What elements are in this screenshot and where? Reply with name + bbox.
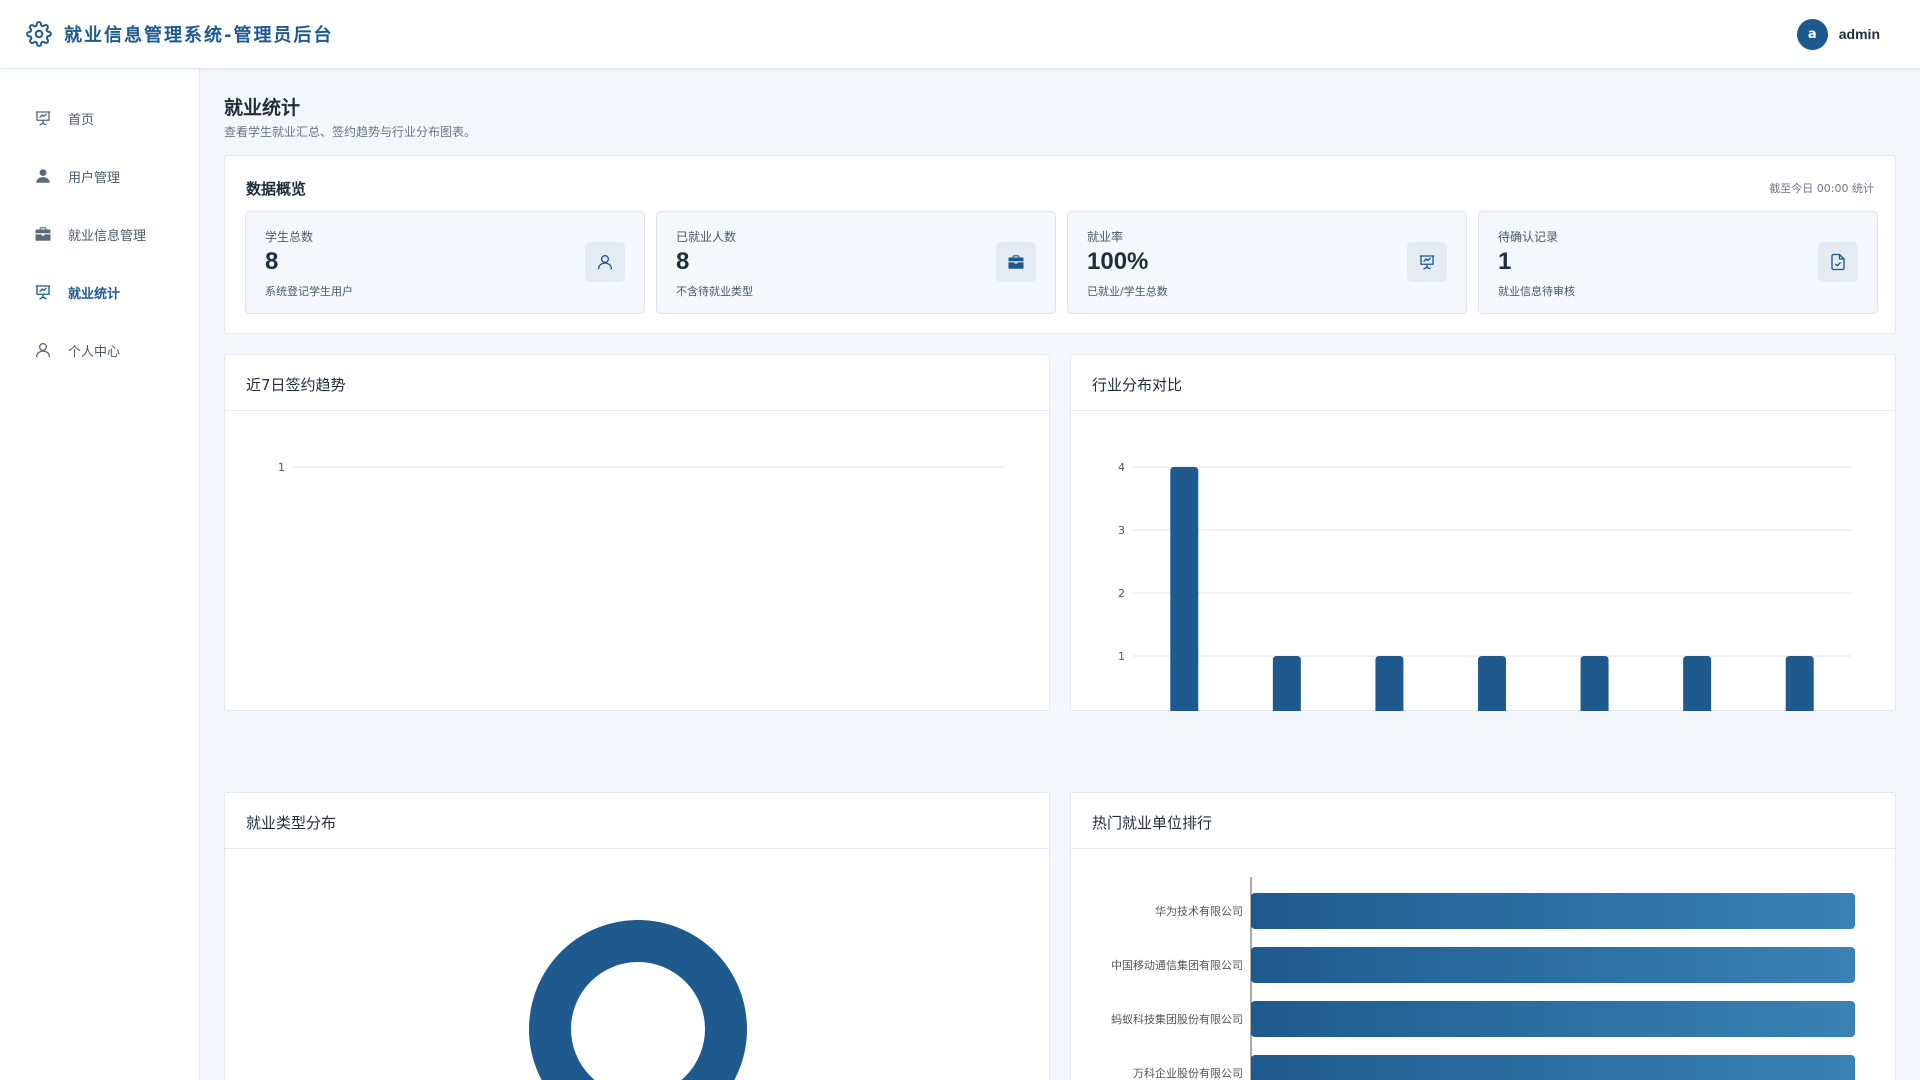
bar (1251, 893, 1855, 929)
gear-icon (26, 21, 52, 47)
stat-label: 学生总数 (265, 230, 314, 244)
bar (1478, 656, 1506, 711)
y-tick-label: 2 (1118, 587, 1125, 600)
stat-desc: 就业信息待审核 (1498, 285, 1575, 298)
stat-card-employed: 已就业人数 8 不含待就业类型 (656, 211, 1056, 314)
overview-card: 数据概览 截至今日 00:00 统计 学生总数 8 系统登记学生用户 已就业人数… (224, 155, 1896, 334)
y-tick-label: 1 (1118, 650, 1125, 663)
presentation-chart-icon (1407, 242, 1447, 282)
sidebar-item-label: 就业信息管理 (68, 228, 147, 244)
stat-value: 1 (1498, 248, 1512, 275)
industry-distribution-card: 行业分布对比 01234互联网通信运营汽车制造通信制造房地产金融金融科技 (1070, 354, 1896, 711)
sidebar-item-profile[interactable]: 个人中心 (0, 321, 199, 379)
sidebar-item-statistics[interactable]: 就业统计 (0, 263, 199, 321)
presentation-chart-icon (34, 283, 52, 301)
y-tick-label: 万科企业股份有限公司 (1133, 1066, 1243, 1080)
bar (1683, 656, 1712, 711)
stat-label: 待确认记录 (1498, 230, 1559, 244)
card-title: 热门就业单位排行 (1092, 814, 1213, 832)
stat-desc: 系统登记学生用户 (265, 285, 353, 298)
employment-type-card: 就业类型分布 (224, 792, 1050, 1080)
bar (1272, 656, 1301, 711)
signing-trend-chart: 0109-0509-0609-0709-0809-0909-1009-11 (278, 461, 1005, 474)
card-title: 近7日签约趋势 (246, 376, 346, 394)
app-title: 就业信息管理系统-管理员后台 (64, 25, 334, 46)
industry-distribution-chart: 01234互联网通信运营汽车制造通信制造房地产金融金融科技 (1118, 461, 1851, 711)
sidebar-item-label: 首页 (68, 112, 95, 128)
card-header: 就业类型分布 (225, 793, 1049, 849)
card-title: 就业类型分布 (246, 814, 337, 832)
y-tick-label: 1 (278, 461, 285, 474)
presentation-chart-icon (34, 109, 52, 127)
donut-slice (529, 920, 747, 1080)
overview-note: 截至今日 00:00 统计 (1769, 182, 1874, 195)
stat-card-employment-rate: 就业率 100% 已就业/学生总数 (1067, 211, 1467, 314)
stat-value: 8 (676, 248, 690, 275)
avatar[interactable]: a (1796, 18, 1828, 50)
stat-desc: 不含待就业类型 (676, 285, 753, 298)
card-title: 行业分布对比 (1092, 376, 1183, 394)
sidebar: 首页 用户管理 就业信息管理 就业统计 个人中心 (0, 69, 200, 1080)
file-check-icon (1818, 242, 1858, 282)
stat-label: 已就业人数 (676, 230, 737, 244)
bar (1375, 656, 1404, 711)
employment-type-chart (529, 920, 747, 1080)
briefcase-icon (34, 225, 52, 243)
page-subtitle: 查看学生就业汇总、签约趋势与行业分布图表。 (224, 125, 477, 139)
user-solid-icon (34, 167, 52, 185)
sidebar-item-label: 个人中心 (68, 344, 121, 360)
overview-title: 数据概览 (246, 180, 307, 198)
bar (1580, 656, 1609, 711)
sidebar-item-users[interactable]: 用户管理 (0, 147, 199, 205)
user-menu[interactable]: a admin (1796, 18, 1880, 50)
sidebar-item-home[interactable]: 首页 (0, 89, 199, 147)
stat-value: 8 (265, 248, 279, 275)
y-tick-label: 3 (1118, 524, 1125, 537)
top-bar: 就业信息管理系统-管理员后台 a admin (0, 0, 1920, 69)
card-header: 近7日签约趋势 (225, 355, 1049, 411)
stat-label: 就业率 (1087, 230, 1124, 244)
y-tick-label: 华为技术有限公司 (1155, 904, 1243, 918)
bar (1785, 656, 1814, 711)
user-outline-icon (585, 242, 625, 282)
y-tick-label: 中国移动通信集团有限公司 (1111, 958, 1243, 972)
signing-trend-card: 近7日签约趋势 0109-0509-0609-0709-0809-0909-10… (224, 354, 1050, 711)
bar (1251, 947, 1855, 983)
bar (1251, 1001, 1855, 1037)
stat-card-students: 学生总数 8 系统登记学生用户 (245, 211, 645, 314)
user-outline-icon (34, 341, 52, 359)
top-employers-card: 热门就业单位排行 华为技术有限公司中国移动通信集团有限公司 蚂蚁科技集团股份有限公… (1070, 792, 1896, 1080)
sidebar-item-label: 就业统计 (68, 286, 121, 302)
bar (1170, 467, 1199, 711)
page-title: 就业统计 (224, 97, 301, 119)
bar (1251, 1055, 1855, 1080)
sidebar-item-employment-info[interactable]: 就业信息管理 (0, 205, 199, 263)
sidebar-item-label: 用户管理 (68, 170, 121, 186)
card-header: 行业分布对比 (1071, 355, 1895, 411)
stat-card-pending: 待确认记录 1 就业信息待审核 (1478, 211, 1878, 314)
briefcase-icon (996, 242, 1036, 282)
y-tick-label: 4 (1118, 461, 1125, 474)
y-tick-label: 蚂蚁科技集团股份有限公司 (1111, 1012, 1243, 1026)
username[interactable]: admin (1839, 26, 1880, 42)
top-employers-chart: 华为技术有限公司中国移动通信集团有限公司蚂蚁科技集团股份有限公司万科企业股份有限… (1111, 877, 1855, 1080)
card-header: 热门就业单位排行 (1071, 793, 1895, 849)
stat-desc: 已就业/学生总数 (1087, 285, 1168, 298)
stat-value: 100% (1087, 248, 1149, 275)
